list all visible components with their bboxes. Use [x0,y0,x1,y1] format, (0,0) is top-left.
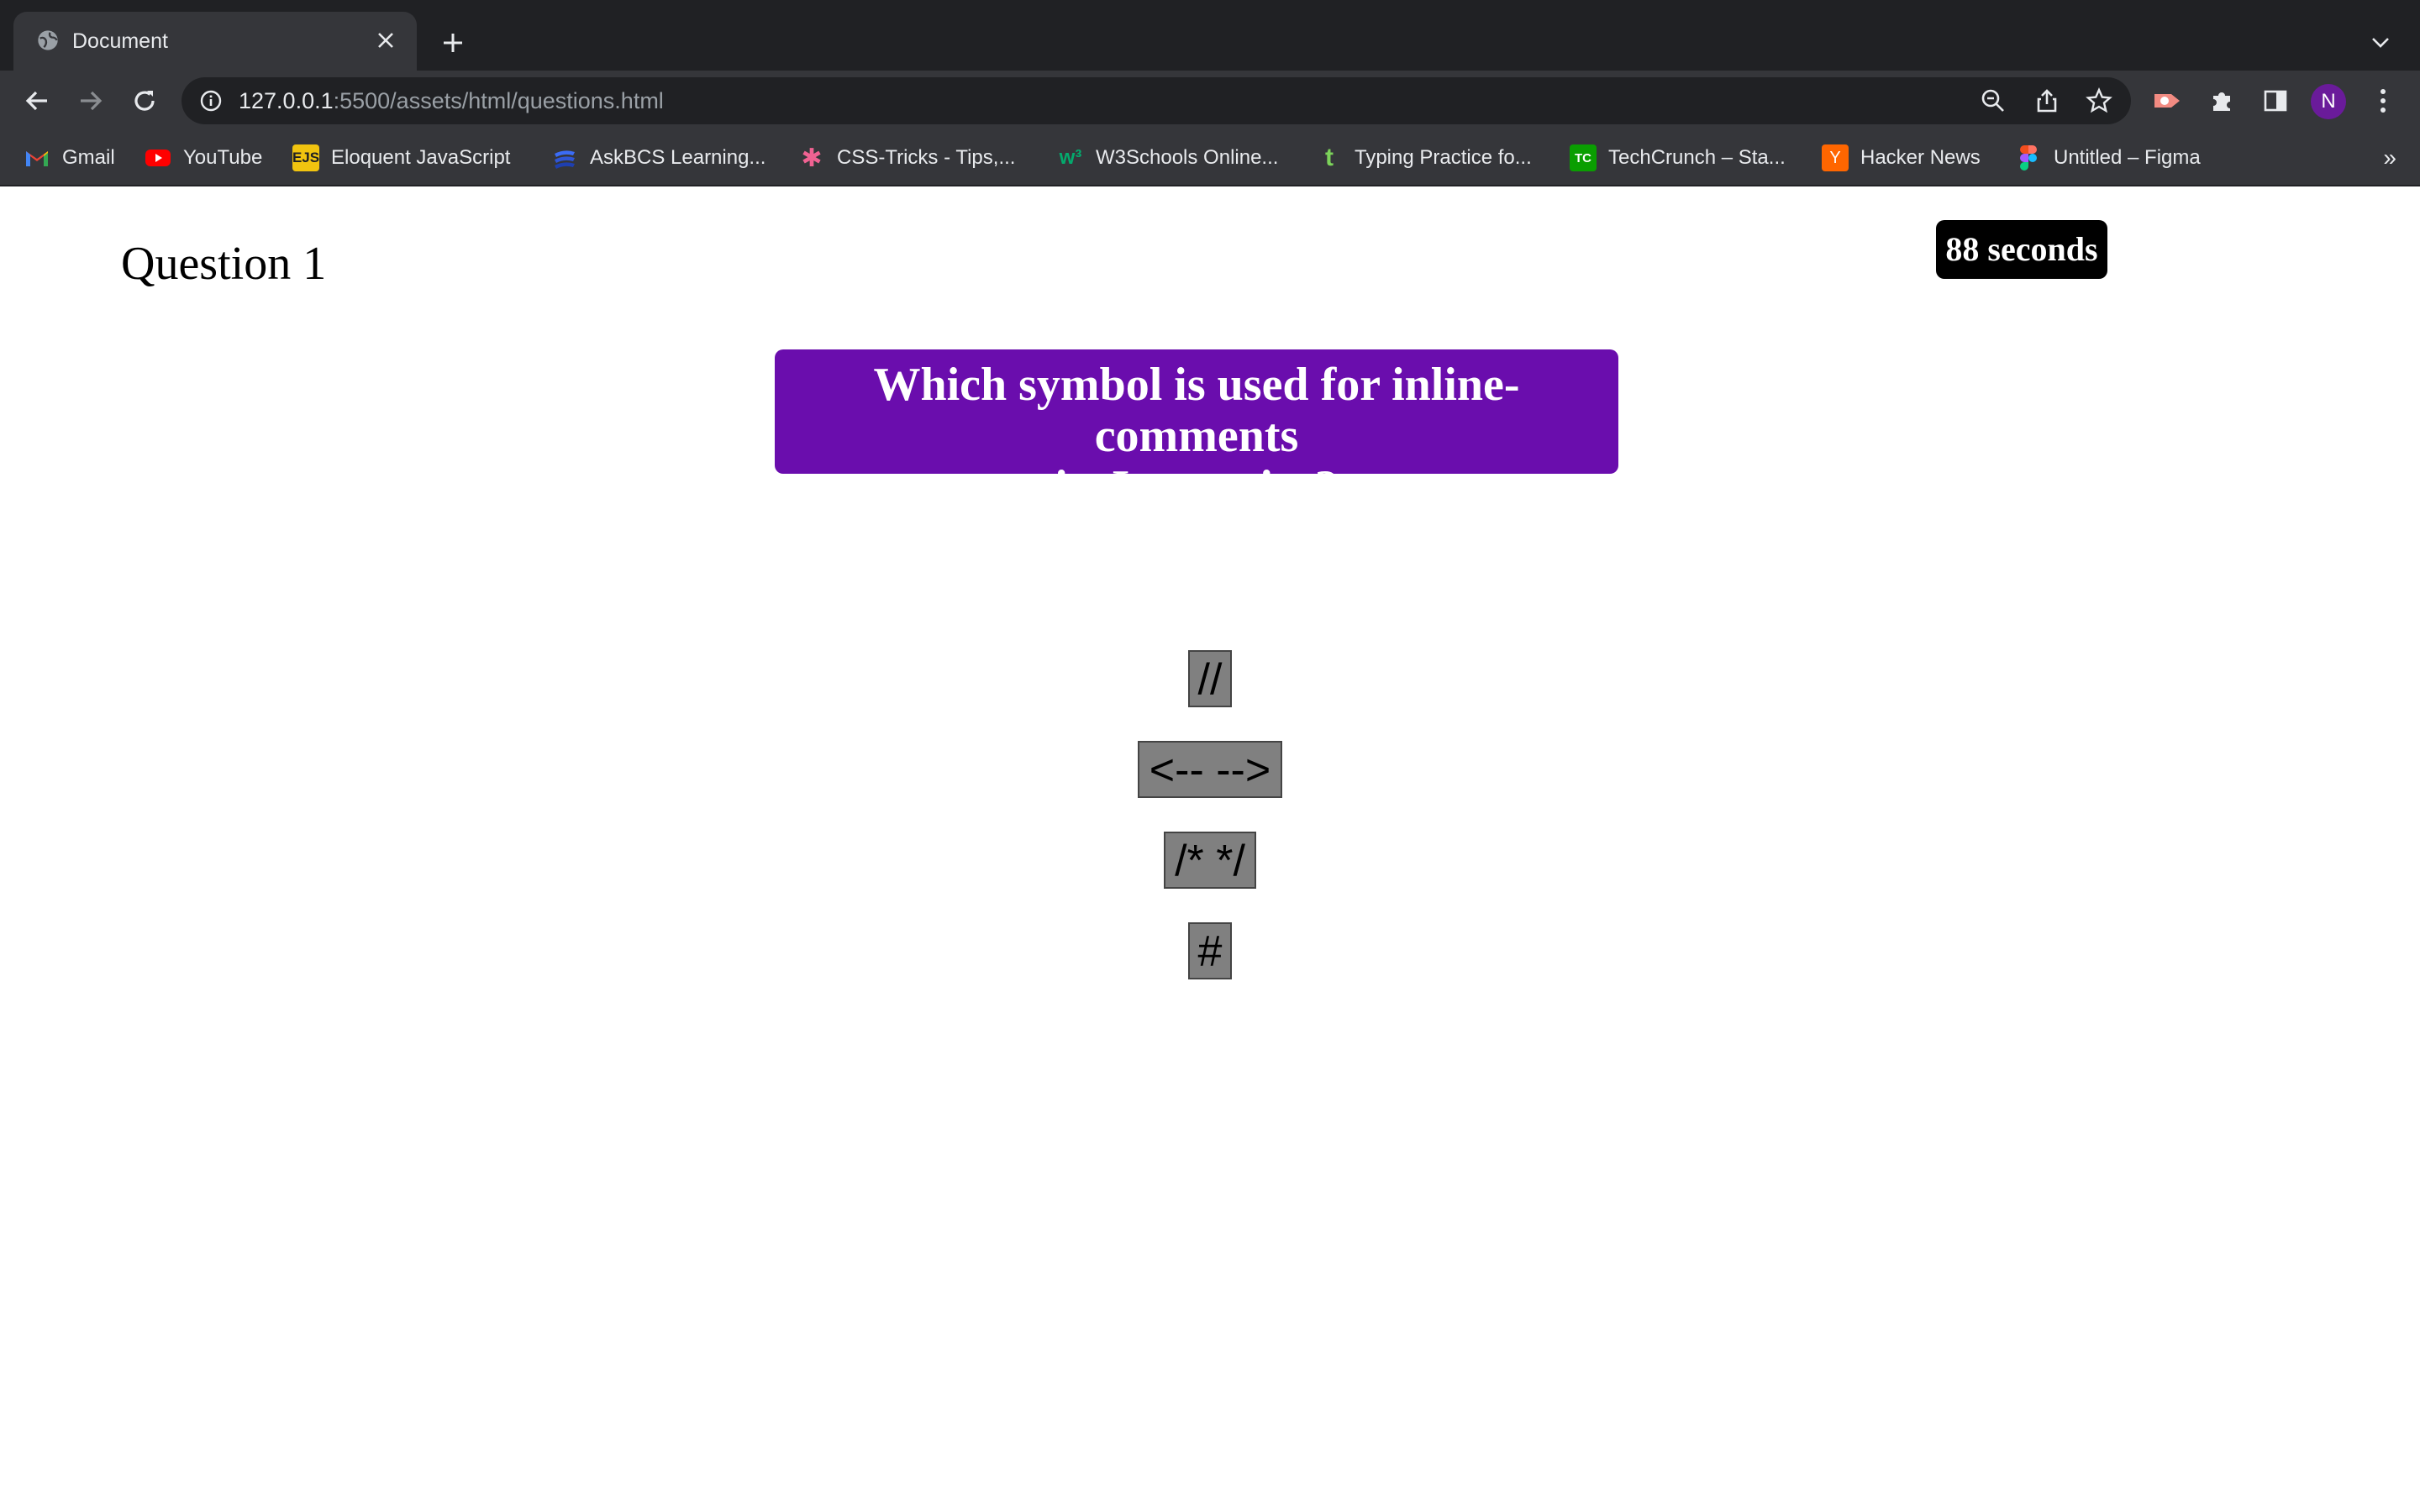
url-text: 127.0.0.1:5500/assets/html/questions.htm… [239,87,664,115]
side-panel-icon[interactable] [2255,81,2296,121]
bookmark-hacker-news[interactable]: Y Hacker News [1822,143,1981,173]
bookmark-gmail[interactable]: Gmail [24,143,115,173]
zoom-icon[interactable] [1976,84,2010,118]
ejs-icon: EJS [292,144,319,171]
bookmark-label: Typing Practice fo... [1355,146,1532,169]
askbcs-icon [551,144,578,171]
css-tricks-icon: ✱ [801,144,823,172]
techcrunch-icon: TC [1570,144,1597,171]
bookmark-label: AskBCS Learning... [590,146,766,169]
tab-title: Document [72,29,168,53]
w3schools-icon: w³ [1059,146,1082,169]
extensions-puzzle-icon[interactable] [2202,81,2242,121]
forward-button[interactable] [69,79,113,123]
address-bar[interactable]: 127.0.0.1:5500/assets/html/questions.htm… [182,77,2131,124]
back-button[interactable] [15,79,59,123]
bookmark-css-tricks[interactable]: ✱ CSS-Tricks - Tips,... [798,143,1015,173]
page-content: Question 1 88 seconds Which symbol is us… [0,186,2420,1512]
answer-button-1[interactable]: // [1188,650,1232,707]
browser-tab[interactable]: Document [13,12,417,71]
bookmark-label: Gmail [62,146,115,169]
share-icon[interactable] [2030,84,2064,118]
url-path: :5500/assets/html/questions.html [333,88,664,113]
question-line-1: Which symbol is used for inline-comments [873,359,1520,462]
question-text: Which symbol is used for inline-comments… [775,349,1618,513]
timer-badge: 88 seconds [1936,220,2107,279]
chevron-down-icon[interactable] [2361,24,2400,62]
more-menu-icon[interactable] [2363,81,2403,121]
screen-recorder-extension-icon[interactable] [2148,81,2188,121]
question-number: Question 1 [121,238,327,290]
bookmark-eloquent-javascript[interactable]: EJS Eloquent JavaScript [292,143,510,173]
bookmark-typing-practice[interactable]: t Typing Practice fo... [1316,143,1532,173]
bookmark-askbcs[interactable]: AskBCS Learning... [551,143,765,173]
bookmark-label: TechCrunch – Sta... [1608,146,1786,169]
youtube-icon [145,144,171,171]
bookmark-label: YouTube [183,146,263,169]
close-icon[interactable] [370,24,402,56]
answer-button-2[interactable]: <-- --> [1138,741,1282,798]
bookmark-label: CSS-Tricks - Tips,... [837,146,1016,169]
figma-icon [2015,144,2042,171]
bookmark-label: Untitled – Figma [2054,146,2201,169]
bookmark-techcrunch[interactable]: TC TechCrunch – Sta... [1570,143,1786,173]
bookmark-figma[interactable]: Untitled – Figma [2015,143,2201,173]
bookmark-label: Eloquent JavaScript [331,146,511,169]
tab-strip: Document [0,0,2420,71]
globe-icon [34,26,62,55]
question-line-2: in Javascript? [1055,461,1339,513]
info-icon[interactable] [197,87,225,115]
reload-button[interactable] [123,79,166,123]
answer-button-3[interactable]: /* */ [1164,832,1256,889]
bookmarks-bar: Gmail YouTube EJS Eloquent JavaScript As… [0,131,2420,186]
answer-button-4[interactable]: # [1188,922,1232,979]
hacker-news-icon: Y [1822,144,1849,171]
profile-avatar[interactable]: N [2311,84,2346,119]
bookmark-label: Hacker News [1860,146,1981,169]
star-icon[interactable] [2082,84,2116,118]
new-tab-button[interactable] [434,24,472,62]
browser-toolbar: 127.0.0.1:5500/assets/html/questions.htm… [0,71,2420,131]
typing-icon: t [1325,144,1334,171]
bookmark-w3schools[interactable]: w³ W3Schools Online... [1057,143,1279,173]
url-host: 127.0.0.1 [239,88,334,113]
bookmark-youtube[interactable]: YouTube [145,143,262,173]
gmail-icon [24,144,50,171]
bookmark-label: W3Schools Online... [1096,146,1279,169]
bookmarks-overflow-button[interactable]: » [2383,143,2396,173]
